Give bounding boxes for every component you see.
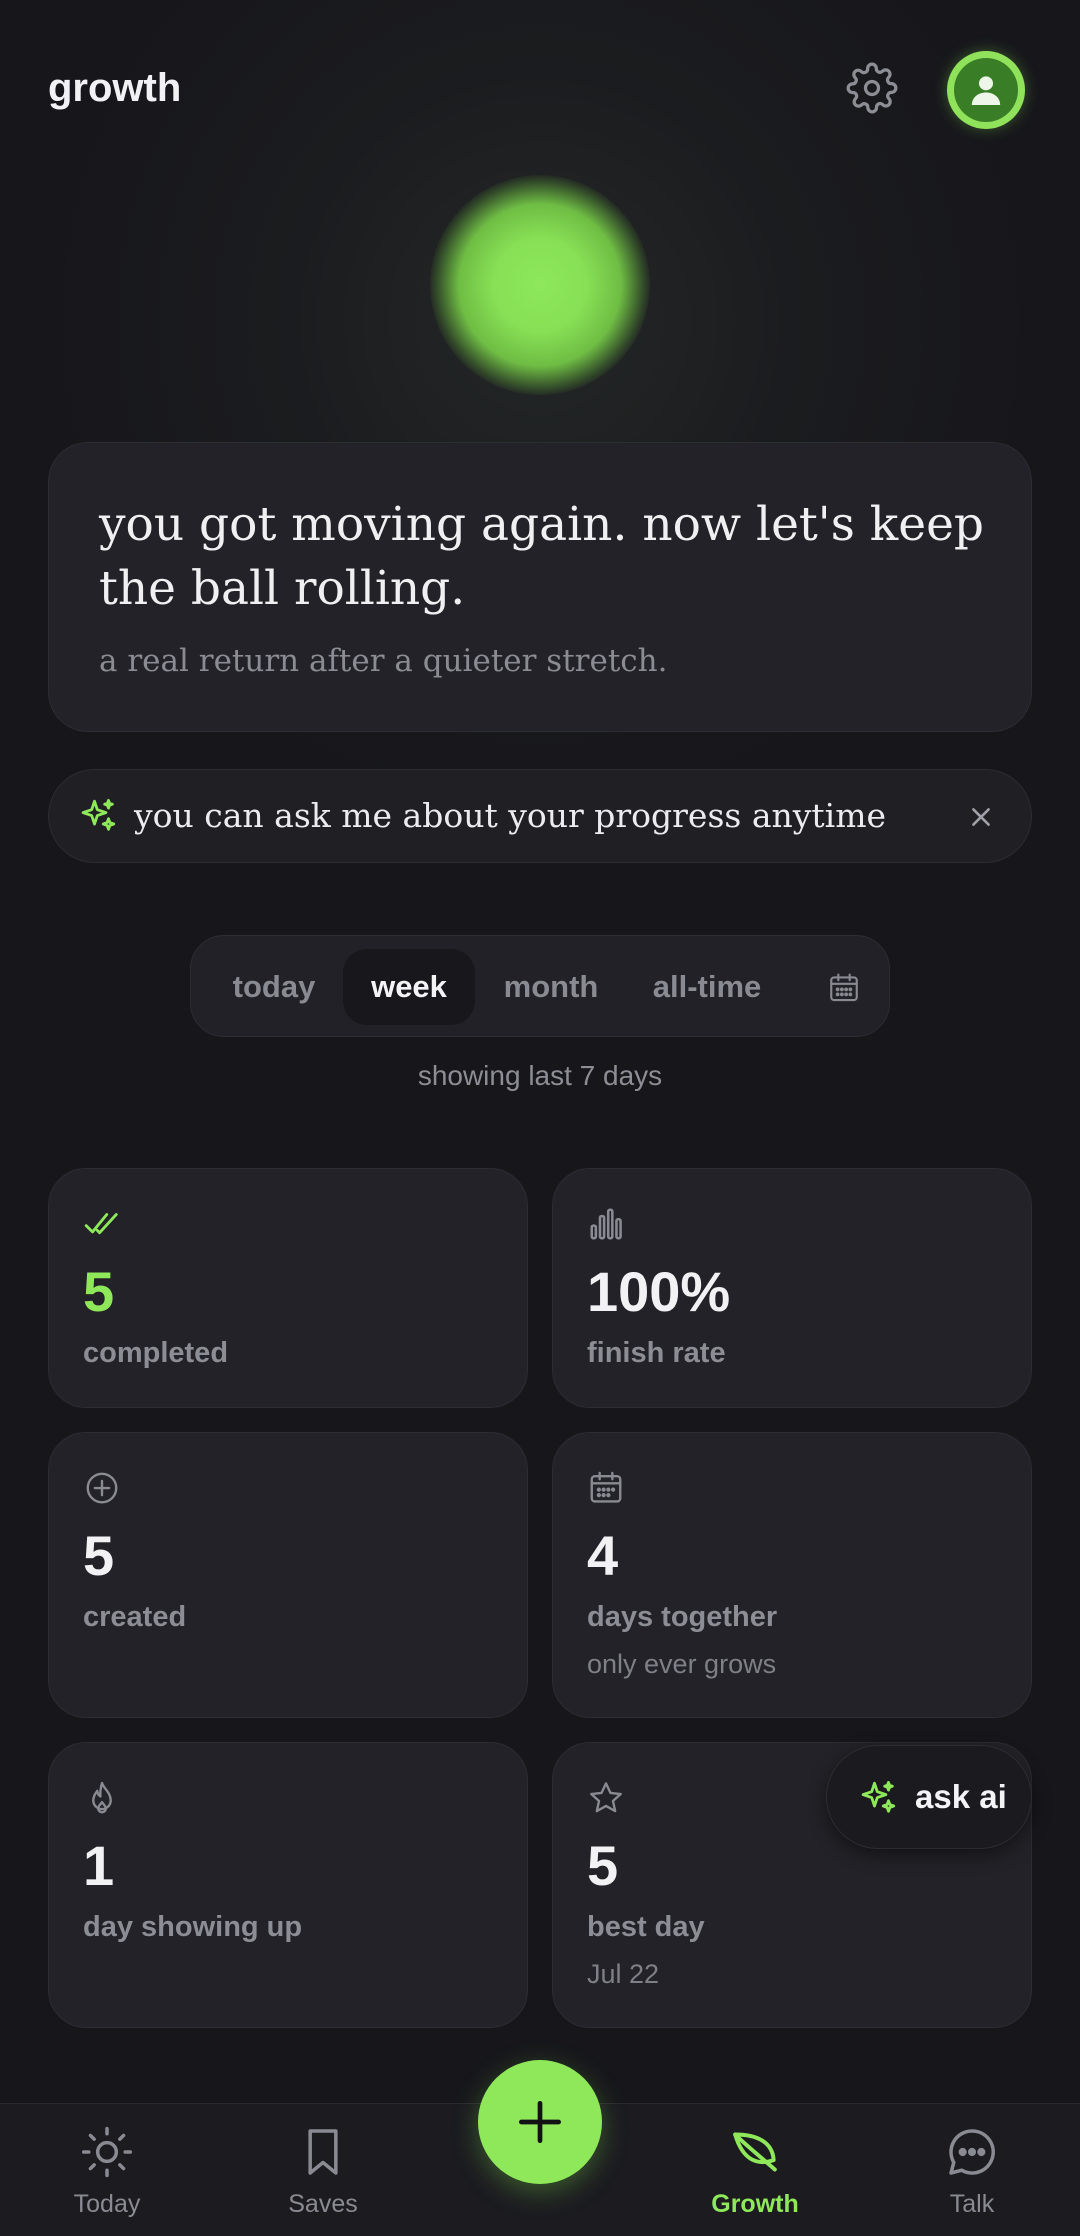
stat-note: only ever grows xyxy=(587,1649,777,1679)
avatar[interactable] xyxy=(947,51,1025,129)
tab-today[interactable]: today xyxy=(219,949,329,1025)
page-title: growth xyxy=(48,66,182,110)
gear-icon xyxy=(846,62,898,114)
sparkles-icon xyxy=(861,1780,896,1813)
nav-label: Talk xyxy=(949,2190,995,2218)
nav-item-today[interactable]: Today xyxy=(27,2104,187,2236)
stat-value: 1 xyxy=(83,1834,115,1897)
bookmark-icon xyxy=(308,2129,338,2175)
time-range-selector: today week month all-time xyxy=(190,935,890,1037)
stat-value: 5 xyxy=(587,1834,619,1897)
sun-icon xyxy=(81,2126,133,2178)
stat-label: completed xyxy=(83,1337,229,1369)
tab-all-time[interactable]: all-time xyxy=(627,949,787,1025)
stat-card-showing-up: 1 day showing up xyxy=(48,1742,528,2028)
range-caption: showing last 7 days xyxy=(417,1060,663,1091)
summary-subtitle: a real return after a quieter stretch. xyxy=(99,643,668,679)
summary-card: you got moving again. now let's keep the… xyxy=(48,442,1032,732)
stat-label: day showing up xyxy=(83,1911,303,1943)
nav-item-talk[interactable]: Talk xyxy=(892,2104,1052,2236)
stat-value: 5 xyxy=(83,1260,115,1323)
stat-value: 5 xyxy=(83,1524,115,1587)
tab-month[interactable]: month xyxy=(489,949,613,1025)
tab-week[interactable]: week xyxy=(343,949,475,1025)
stat-value: 4 xyxy=(587,1524,619,1587)
calendar-icon xyxy=(590,1471,622,1503)
leaf-icon xyxy=(733,2132,777,2172)
plus-circle-icon xyxy=(86,1472,118,1504)
stat-value: 100% xyxy=(587,1260,731,1323)
add-button[interactable] xyxy=(478,2060,602,2184)
close-icon xyxy=(972,808,990,826)
stat-label: finish rate xyxy=(587,1337,726,1369)
nav-label: Growth xyxy=(711,2190,799,2218)
star-icon xyxy=(590,1782,622,1813)
nav-item-growth[interactable]: Growth xyxy=(675,2104,835,2236)
summary-title: you got moving again. now let's keep the… xyxy=(99,497,984,616)
nav-label: Today xyxy=(73,2190,141,2218)
stat-label: best day xyxy=(587,1911,705,1943)
growth-orb xyxy=(430,175,650,395)
stat-label: created xyxy=(83,1601,187,1633)
dismiss-tip-button[interactable] xyxy=(961,797,1001,837)
calendar-picker-icon[interactable] xyxy=(827,971,861,1005)
nav-item-saves[interactable]: Saves xyxy=(243,2104,403,2236)
bar-chart-icon xyxy=(590,1208,622,1240)
settings-button[interactable] xyxy=(846,62,898,114)
stat-note: Jul 22 xyxy=(587,1959,660,1989)
stat-card-finish-rate: 100% finish rate xyxy=(552,1168,1032,1408)
tip-text: you can ask me about your progress anyti… xyxy=(134,796,887,835)
stat-card-created: 5 created xyxy=(48,1432,528,1718)
ai-tip-banner: you can ask me about your progress anyti… xyxy=(48,769,1032,863)
stat-card-completed: 5 completed xyxy=(48,1168,528,1408)
double-check-icon xyxy=(84,1213,118,1235)
user-icon xyxy=(971,76,1001,105)
ask-ai-label: ask ai xyxy=(915,1778,1007,1815)
chat-bubble-icon xyxy=(949,2129,995,2175)
sparkles-icon xyxy=(81,798,116,831)
stat-card-days-together: 4 days together only ever grows xyxy=(552,1432,1032,1718)
avatar-frame xyxy=(954,58,1018,122)
plus-icon xyxy=(519,2101,561,2143)
ask-ai-button[interactable]: ask ai xyxy=(826,1745,1032,1849)
nav-label: Saves xyxy=(288,2190,358,2218)
header: growth xyxy=(0,0,1080,180)
stat-label: days together xyxy=(587,1601,778,1633)
flame-icon xyxy=(92,1781,112,1814)
